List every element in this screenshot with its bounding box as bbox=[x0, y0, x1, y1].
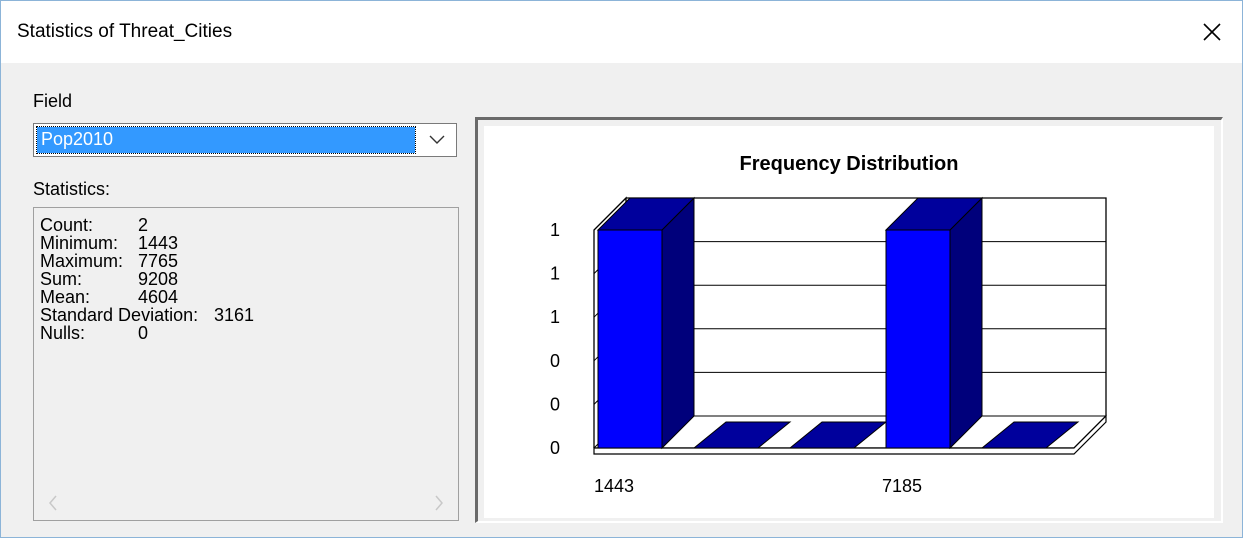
chart-panel: Frequency Distribution 0 0 0 1 1 1 1443 7185 bbox=[475, 117, 1223, 523]
stat-name: Count: bbox=[40, 215, 94, 235]
field-dropdown[interactable]: Pop2010 bbox=[33, 123, 457, 157]
stat-name: Maximum: bbox=[40, 251, 124, 271]
y-tick-label: 0 bbox=[550, 394, 560, 414]
x-tick-label: 7185 bbox=[882, 476, 922, 496]
statistics-dialog: Statistics of Threat_Cities Field Pop201… bbox=[0, 0, 1243, 538]
back-wall bbox=[626, 197, 1107, 416]
stat-value: 3161 bbox=[214, 305, 255, 325]
stat-value: 9208 bbox=[138, 269, 179, 289]
dropdown-button[interactable] bbox=[418, 124, 456, 156]
stat-value: 2 bbox=[138, 215, 149, 235]
stat-name: Minimum: bbox=[40, 233, 119, 253]
stat-value: 4604 bbox=[138, 287, 179, 307]
title-bar: Statistics of Threat_Cities bbox=[1, 1, 1242, 63]
chart-title: Frequency Distribution bbox=[740, 153, 959, 175]
close-icon bbox=[1203, 23, 1221, 41]
statistics-textbox[interactable]: Count: 2 Minimum: 1443 Maximum: 7765 Sum… bbox=[33, 207, 459, 521]
chart-area: Frequency Distribution 0 0 0 1 1 1 1443 7185 bbox=[484, 126, 1214, 518]
bar-zero bbox=[980, 421, 1080, 449]
statistics-label: Statistics: bbox=[33, 179, 111, 199]
stat-name: Standard Deviation: bbox=[40, 305, 199, 325]
chevron-down-icon bbox=[429, 135, 445, 144]
stat-name: Mean: bbox=[40, 287, 91, 307]
scroll-right-icon[interactable] bbox=[434, 494, 444, 512]
stat-name: Nulls: bbox=[40, 323, 86, 343]
window-title: Statistics of Threat_Cities bbox=[17, 21, 233, 42]
stat-name: Sum: bbox=[40, 269, 83, 289]
y-tick-label: 0 bbox=[550, 438, 560, 458]
y-tick-label: 1 bbox=[550, 264, 560, 284]
bar-side bbox=[661, 196, 695, 450]
scroll-left-icon[interactable] bbox=[48, 494, 58, 512]
bar-zero bbox=[788, 421, 888, 449]
y-tick-label: 1 bbox=[550, 307, 560, 327]
field-dropdown-value: Pop2010 bbox=[36, 126, 416, 154]
y-tick-label: 0 bbox=[550, 351, 560, 371]
close-button[interactable] bbox=[1182, 1, 1242, 63]
frequency-chart: Frequency Distribution 0 0 0 1 1 1 1443 7185 bbox=[550, 153, 1107, 496]
x-tick-label: 1443 bbox=[594, 476, 634, 496]
field-label: Field bbox=[33, 91, 73, 111]
stat-value: 0 bbox=[138, 323, 149, 343]
y-tick-label: 1 bbox=[550, 220, 560, 240]
stat-value: 1443 bbox=[138, 233, 179, 253]
bar-zero bbox=[692, 421, 792, 449]
stat-value: 7765 bbox=[138, 251, 179, 271]
bar bbox=[885, 229, 951, 449]
horizontal-scrollbar[interactable] bbox=[34, 488, 458, 520]
bar bbox=[597, 229, 663, 449]
bar-side bbox=[949, 196, 983, 450]
